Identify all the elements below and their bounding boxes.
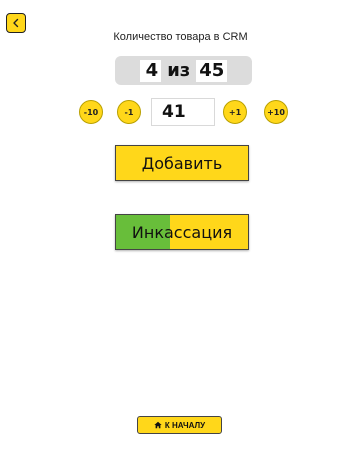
plus-10-button[interactable]: +10 — [264, 100, 288, 124]
home-label: К НАЧАЛУ — [164, 420, 206, 430]
quantity-input[interactable] — [151, 98, 215, 126]
counter-current: 4 — [139, 59, 162, 82]
minus-1-button[interactable]: -1 — [117, 100, 141, 124]
counter-total: 45 — [196, 59, 228, 82]
plus-1-button[interactable]: +1 — [223, 100, 247, 124]
page-title: Количество товара в CRM — [113, 31, 248, 43]
home-icon — [154, 421, 162, 429]
collection-button[interactable]: Инкассация — [115, 214, 249, 250]
chevron-left-icon — [13, 18, 19, 28]
home-button[interactable]: К НАЧАЛУ — [137, 416, 222, 434]
quantity-stepper: -10 -1 +1 +10 — [0, 98, 361, 128]
stock-counter: 4 из 45 — [115, 56, 252, 85]
add-button[interactable]: Добавить — [115, 145, 249, 181]
counter-separator: из — [167, 60, 191, 81]
back-button[interactable] — [6, 13, 26, 33]
minus-10-button[interactable]: -10 — [79, 100, 103, 124]
